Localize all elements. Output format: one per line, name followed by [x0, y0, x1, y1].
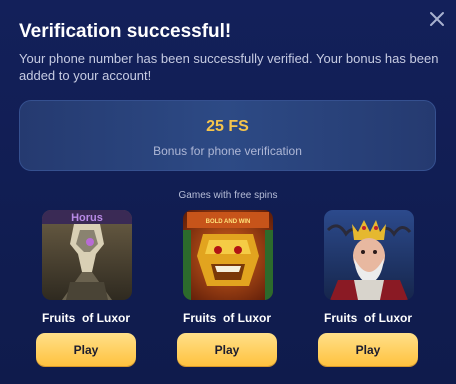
bonus-amount: 25 FS	[206, 118, 249, 135]
modal-title: Verification successful!	[19, 21, 232, 42]
game-name: Fruits of Luxor	[42, 311, 130, 325]
game-name: Fruits of Luxor	[183, 311, 271, 325]
game-thumbnail[interactable]: Horus	[42, 210, 132, 300]
old-king-artwork-icon	[324, 210, 414, 300]
bonus-label: Bonus for phone verification	[153, 144, 302, 158]
play-button[interactable]: Play	[36, 333, 136, 366]
verification-modal: Verification successful! Your phone numb…	[0, 0, 456, 384]
game-thumbnail[interactable]	[324, 210, 414, 300]
play-button[interactable]: Play	[318, 333, 418, 366]
close-icon[interactable]	[428, 10, 446, 28]
games-section-title: Games with free spins	[178, 190, 278, 201]
game-name: Fruits of Luxor	[324, 311, 412, 325]
bonus-card: 25 FS Bonus for phone verification	[19, 100, 436, 171]
modal-description: Your phone number has been successfully …	[19, 51, 439, 83]
horus-artwork-icon: Horus	[42, 210, 132, 300]
thumb-logo-text: Horus	[71, 212, 103, 224]
golden-idol-artwork-icon: BOLD AND WIN	[183, 210, 273, 300]
game-thumbnail[interactable]: BOLD AND WIN	[183, 210, 273, 300]
play-button[interactable]: Play	[177, 333, 277, 366]
thumb-logo-text: BOLD AND WIN	[206, 219, 251, 225]
